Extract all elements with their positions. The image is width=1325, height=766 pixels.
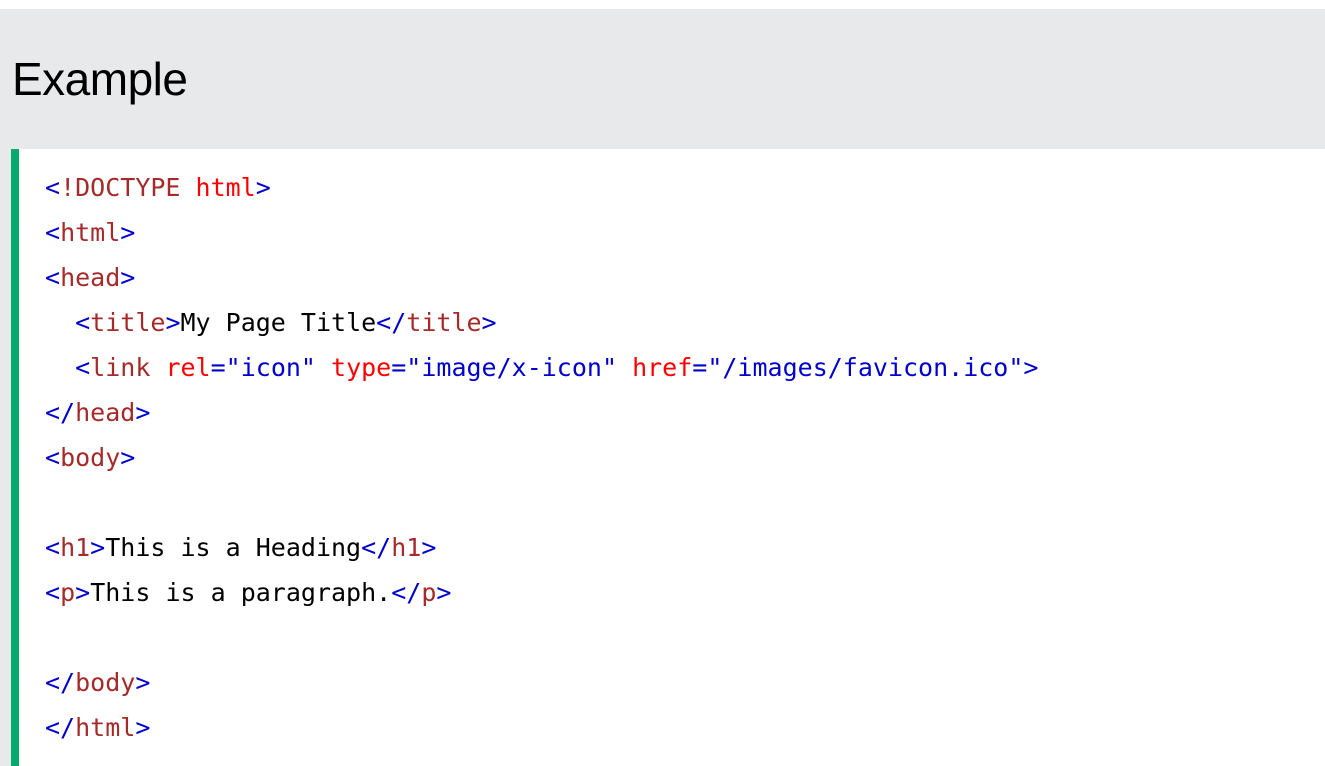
code-line: </html> [45,705,1325,750]
code-text: My Page Title [180,308,377,337]
code-bracket: > [436,578,452,607]
code-tag-name: head [60,263,121,292]
code-bracket: > [1023,353,1039,382]
example-panel: Example <!DOCTYPE html> <html> <head> <tit… [0,9,1325,766]
code-bracket: > [135,668,151,697]
code-bracket: > [90,533,106,562]
code-line: <html> [45,210,1325,255]
code-line: </body> [45,660,1325,705]
page: Example <!DOCTYPE html> <html> <head> <tit… [0,0,1325,766]
code-line: <head> [45,255,1325,300]
code-bracket: < [45,533,61,562]
code-bracket: > [135,398,151,427]
code-line: <!DOCTYPE html> [45,165,1325,210]
code-tag-name: title [406,308,482,337]
code-attribute-value: ="image/x-icon" [391,353,618,382]
code-tag-name: !DOCTYPE [60,173,196,202]
code-bracket: > [120,263,136,292]
code-bracket: </ [45,713,76,742]
code-tag-name: head [75,398,136,427]
code-bracket: > [421,533,437,562]
code-bracket: < [75,353,91,382]
code-bracket: > [120,218,136,247]
code-bracket: > [165,308,181,337]
code-text: This is a paragraph. [90,578,392,607]
code-bracket: < [45,173,61,202]
code-bracket: < [75,308,91,337]
code-attribute-value: ="/images/favicon.ico" [692,353,1024,382]
code-attribute-value: ="icon" [210,353,316,382]
code-tag-name: body [60,443,121,472]
code-attribute: type [315,353,392,382]
code-bracket: > [75,578,91,607]
code-tag-name: h1 [391,533,422,562]
code-tag-name: p [60,578,76,607]
code-bracket: </ [45,668,76,697]
code-bracket: > [120,443,136,472]
code-attribute: href [617,353,693,382]
code-bracket: </ [361,533,392,562]
code-bracket: > [255,173,271,202]
code-tag-name: h1 [60,533,91,562]
code-tag-name: body [75,668,136,697]
code-bracket: < [45,578,61,607]
code-block[interactable]: <!DOCTYPE html> <html> <head> <title>My Pa… [11,149,1325,766]
code-line: <p>This is a paragraph.</p> [45,570,1325,615]
code-bracket: < [45,263,61,292]
code-bracket: </ [391,578,422,607]
code-bracket: </ [45,398,76,427]
code-text: This is a Heading [105,533,362,562]
example-heading: Example [12,53,188,105]
code-tag-name: title [90,308,166,337]
code-line: <body> [45,435,1325,480]
code-attribute: rel [150,353,211,382]
code-line: <link rel="icon" type="image/x-icon" hre… [45,345,1325,390]
code-bracket: < [45,218,61,247]
code-line: </head> [45,390,1325,435]
top-spacer [0,0,1325,9]
code-attribute: html [195,173,256,202]
code-bracket: > [481,308,497,337]
code-line: <h1>This is a Heading</h1> [45,525,1325,570]
code-line: <title>My Page Title</title> [45,300,1325,345]
code-bracket: </ [376,308,407,337]
code-tag-name: html [60,218,121,247]
code-bracket: < [45,443,61,472]
code-bracket: > [135,713,151,742]
code-tag-name: p [421,578,437,607]
code-tag-name: html [75,713,136,742]
code-tag-name: link [90,353,151,382]
